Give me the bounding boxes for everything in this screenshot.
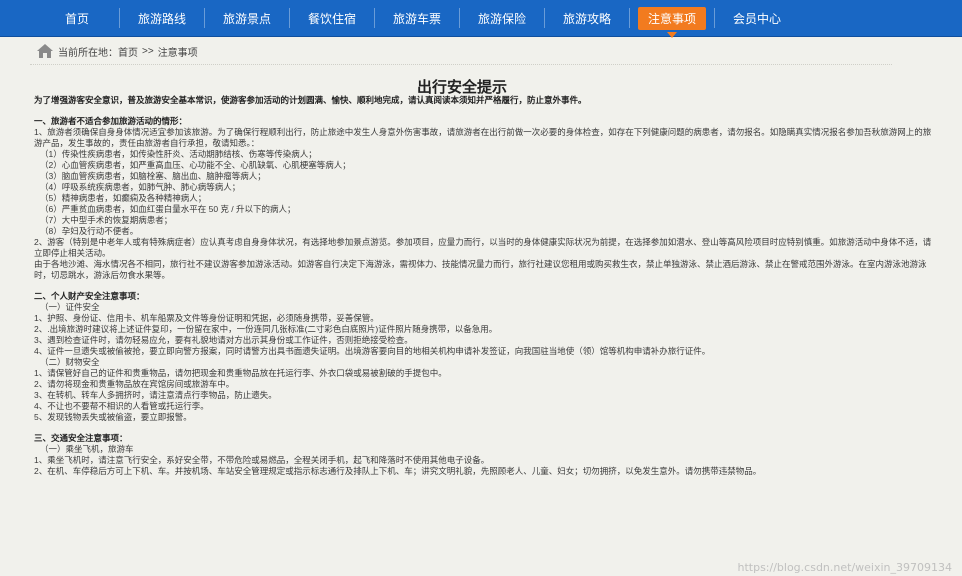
nav-label: 首页 bbox=[64, 11, 89, 26]
paragraph: 由于各地沙滩、海水情况各不相同，旅行社不建议游客参加游泳活动。如游客自行决定下海… bbox=[34, 259, 927, 280]
breadcrumb-current: 注意事项 bbox=[157, 47, 198, 59]
list-item: （1）传染性疾病患者，如传染性肝炎、活动期肺结核、伤寒等传染病人； bbox=[40, 149, 317, 159]
nav-label: 旅游车票 bbox=[392, 11, 441, 26]
breadcrumb-prefix: 当前所在地： bbox=[58, 47, 118, 59]
list-item: （6）严重贫血病患者，如血红蛋白量水平在 50 克 / 升以下的病人； bbox=[40, 204, 296, 214]
list-item: （5）精神病患者，如癫痫及各种精神病人； bbox=[40, 193, 207, 203]
nav-label-active: 注意事项 bbox=[638, 6, 707, 38]
nav-label: 旅游攻略 bbox=[562, 11, 611, 26]
nav-item-tickets[interactable]: 旅游车票 bbox=[375, 0, 459, 36]
nav-label: 旅游景点 bbox=[222, 11, 271, 26]
paragraph: 2、游客（特别是中老年人或有特殊病症者）应认真考虑自身身体状况，有选择地参加景点… bbox=[34, 237, 932, 258]
nav-item-home[interactable]: 首页 bbox=[35, 0, 119, 36]
article-intro: 为了增强游客安全意识，普及旅游安全基本常识，使游客参加活动的计划圆满、愉快、顺利… bbox=[34, 95, 587, 105]
list-item: 2、.出境旅游时建议将上述证件复印，一份留在家中，一份连同几张标准(二寸彩色白底… bbox=[34, 324, 498, 334]
nav-label: 旅游路线 bbox=[137, 11, 186, 26]
section-heading: 三、交通安全注意事项： bbox=[34, 433, 128, 443]
breadcrumb: 当前所在地： 首页 >> 注意事项 bbox=[36, 42, 198, 60]
nav-item-routes[interactable]: 旅游路线 bbox=[120, 0, 204, 36]
nav-item-dining-lodging[interactable]: 餐饮住宿 bbox=[290, 0, 374, 36]
list-item: （3）脑血管疾病患者，如脑栓塞、脑出血、脑肿瘤等病人； bbox=[40, 171, 266, 181]
top-navbar: 首页 旅游路线 旅游景点 餐饮住宿 旅游车票 旅游保险 旅游攻略 注意事项 会员… bbox=[0, 0, 962, 38]
breadcrumb-home-link[interactable]: 首页 bbox=[118, 44, 138, 59]
nav-item-notices[interactable]: 注意事项 bbox=[630, 0, 714, 38]
list-item: 1、护照、身份证、信用卡、机车船票及文件等身份证明和凭据，必须随身携带，妥善保管… bbox=[34, 313, 379, 323]
home-icon bbox=[37, 44, 53, 58]
list-item: 4、证件一旦遗失或被偷被抢，要立即向警方报案，同时请警方出具书面遗失证明。出境游… bbox=[34, 346, 711, 356]
subsection-heading: （二）财物安全 bbox=[40, 357, 100, 367]
divider bbox=[30, 64, 892, 65]
nav-label: 餐饮住宿 bbox=[307, 11, 356, 26]
list-item: （8）孕妇及行动不便者。 bbox=[40, 226, 139, 236]
article-body: 为了增强游客安全意识，普及旅游安全基本常识，使游客参加活动的计划圆满、愉快、顺利… bbox=[34, 95, 934, 477]
subsection-heading: （一）证件安全 bbox=[40, 302, 100, 312]
list-item: 3、遇到检查证件时，请勿轻易应允，要有礼貌地请对方出示其身份或工作证件，否则拒绝… bbox=[34, 335, 413, 345]
watermark-text: https://blog.csdn.net/weixin_39709134 bbox=[737, 561, 952, 574]
nav-item-guides[interactable]: 旅游攻略 bbox=[545, 0, 629, 36]
list-item: （4）呼吸系统疾病患者，如肺气肿、肺心病等病人； bbox=[40, 182, 241, 192]
list-item: 1、乘坐飞机时，请注意飞行安全，系好安全带，不带危险或易燃品，全程关闭手机，起飞… bbox=[34, 455, 490, 465]
list-item: 2、请勿将现金和贵重物品放在宾馆房间或旅游车中。 bbox=[34, 379, 235, 389]
subsection-heading: （一）乘坐飞机，旅游车 bbox=[40, 444, 134, 454]
list-item: （2）心血管疾病患者，如严重高血压、心功能不全、心肌缺氧、心肌梗塞等病人； bbox=[40, 160, 351, 170]
paragraph: 1、旅游者须确保自身身体情况适宜参加该旅游。为了确保行程顺利出行，防止旅途中发生… bbox=[34, 127, 932, 148]
article-title: 出行安全提示 bbox=[416, 79, 507, 96]
nav-label: 旅游保险 bbox=[477, 11, 526, 26]
list-item: 2、在机、车停稳后方可上下机、车。并按机场、车站安全管理规定或指示标志通行及排队… bbox=[34, 466, 762, 476]
nav-list: 首页 旅游路线 旅游景点 餐饮住宿 旅游车票 旅游保险 旅游攻略 注意事项 会员… bbox=[35, 0, 799, 38]
nav-label: 会员中心 bbox=[732, 11, 781, 26]
section-heading: 一、旅游者不适合参加旅游活动的情形： bbox=[34, 116, 188, 126]
nav-item-member-center[interactable]: 会员中心 bbox=[715, 0, 799, 36]
section-heading: 二、个人财产安全注意事项： bbox=[34, 291, 145, 301]
list-item: 4、不让也不要帮不相识的人看管或托运行李。 bbox=[34, 401, 209, 411]
nav-item-attractions[interactable]: 旅游景点 bbox=[205, 0, 289, 36]
list-item: 5、发现钱物丢失或被偷盗，要立即报警。 bbox=[34, 412, 192, 422]
breadcrumb-separator: >> bbox=[142, 45, 154, 57]
list-item: （7）大中型手术的恢复期病患者； bbox=[40, 215, 173, 225]
list-item: 3、在转机、转车人多拥挤时，请注意清点行李物品，防止遗失。 bbox=[34, 390, 277, 400]
list-item: 1、请保管好自己的证件和贵重物品，请勿把现金和贵重物品放在托运行李、外衣口袋或易… bbox=[34, 368, 447, 378]
nav-item-insurance[interactable]: 旅游保险 bbox=[460, 0, 544, 36]
